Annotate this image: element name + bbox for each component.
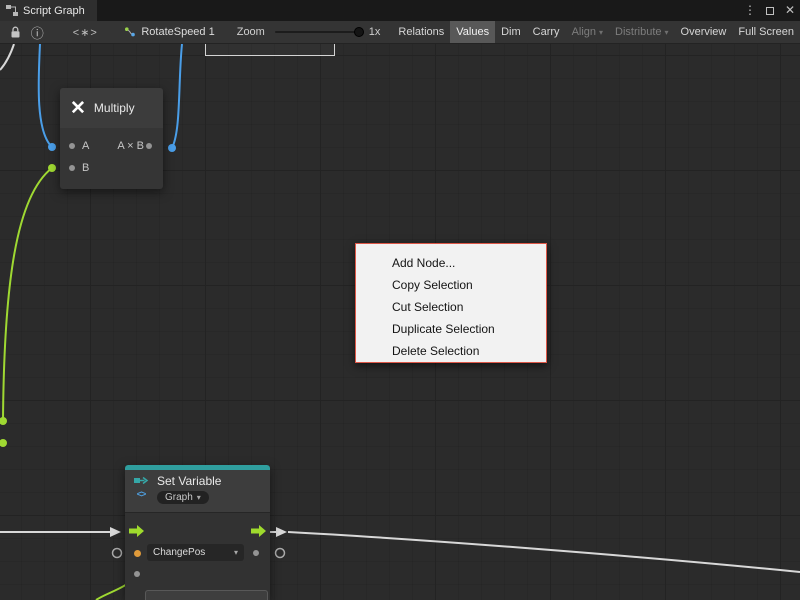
value-input-port[interactable] [134,571,140,577]
overview-button[interactable]: Overview [675,21,733,43]
chevron-down-icon: ▾ [599,28,603,37]
graph-reference[interactable]: RotateSpeed 1 [124,26,214,38]
titlebar: Script Graph ⋮ ✕ [0,0,800,21]
chevron-down-icon: ▾ [234,548,238,557]
port-label-b: B [82,162,89,174]
multiply-node-title: Multiply [94,101,135,115]
value-field-partial[interactable] [145,590,268,600]
menu-item-cut-selection[interactable]: Cut Selection [356,296,546,318]
chevron-down-icon: ▾ [197,493,201,502]
set-variable-icons: <> [131,474,151,512]
carry-button[interactable]: Carry [527,21,566,43]
full-screen-button[interactable]: Full Screen [732,21,800,43]
empty-port-ring[interactable] [276,549,285,558]
input-port-a[interactable] [69,143,75,149]
set-variable-body: ChangePos ▾ [125,512,270,600]
code-icon[interactable]: <∗> [70,26,100,39]
output-port[interactable] [146,143,152,149]
close-icon[interactable]: ✕ [782,0,798,21]
menu-item-delete-selection[interactable]: Delete Selection [356,340,546,362]
variable-dropdown[interactable]: ChangePos ▾ [147,544,244,561]
port-row-a: A A × B [60,135,163,157]
relations-button[interactable]: Relations [392,21,450,43]
toolbar: ⓘ <∗> RotateSpeed 1 Zoom 1x Relations Va… [0,21,800,44]
toolbar-buttons: Relations Values Dim Carry Align▾ Distri… [392,21,800,43]
script-graph-icon [6,5,18,16]
zoom-slider[interactable] [275,31,359,33]
port-label-output: A × B [117,140,144,152]
wire-blue[interactable] [39,44,52,147]
zoom-value: 1x [369,26,381,38]
wire-blue[interactable] [172,44,182,148]
flow-arrowhead [276,527,287,537]
distribute-button[interactable]: Distribute▾ [609,21,674,43]
maximize-icon[interactable] [762,0,778,21]
empty-port-ring[interactable] [113,549,122,558]
tab-script-graph[interactable]: Script Graph [0,0,97,21]
window-menu-icon[interactable]: ⋮ [742,0,758,21]
set-variable-node[interactable]: <> Set Variable Graph ▾ [125,465,270,600]
wire-endpoint-blue[interactable] [168,144,176,152]
input-port-b[interactable] [69,165,75,171]
set-variable-header[interactable]: <> Set Variable Graph ▾ [125,470,270,512]
tab-title: Script Graph [23,5,85,17]
multiply-icon: ✕ [70,99,86,118]
set-variable-title: Set Variable [157,474,221,488]
wire-white[interactable] [288,532,800,572]
lock-icon[interactable] [8,26,22,39]
multiply-node-body: A A × B B [60,128,163,179]
dim-button[interactable]: Dim [495,21,527,43]
zoom-slider-knob[interactable] [354,27,364,37]
window-controls: ⋮ ✕ [742,0,800,21]
port-label-a: A [82,140,89,152]
wire-endpoint-green[interactable] [0,417,7,425]
flow-output-port[interactable] [251,524,267,538]
wire-endpoint-blue[interactable] [48,143,56,151]
scope-dropdown[interactable]: Graph ▾ [157,491,209,504]
port-row-b: B [60,157,163,179]
partial-node-outline [205,44,335,56]
chevron-down-icon: ▾ [665,28,669,37]
zoom-label: Zoom [237,26,265,38]
wire-green[interactable] [3,168,52,421]
multiply-node[interactable]: ✕ Multiply A A × B B [60,88,163,189]
graph-reference-icon [124,26,136,38]
set-variable-icon [134,476,149,487]
flow-input-port[interactable] [129,524,145,538]
variable-input-port[interactable] [134,550,141,557]
wire-endpoint-green[interactable] [0,439,7,447]
variable-output-port[interactable] [253,550,259,556]
info-icon[interactable]: ⓘ [30,23,44,42]
unity-script-graph-window: Script Graph ⋮ ✕ ⓘ <∗> RotateSpeed 1 Zoo… [0,0,800,600]
menu-item-copy-selection[interactable]: Copy Selection [356,274,546,296]
align-button[interactable]: Align▾ [566,21,609,43]
multiply-node-header[interactable]: ✕ Multiply [60,88,163,128]
graph-canvas[interactable]: ✕ Multiply A A × B B Add Node... Copy Se… [0,44,800,600]
values-button[interactable]: Values [450,21,495,43]
code-brackets-icon: <> [137,489,146,499]
flow-arrowhead [110,527,121,537]
wire-white[interactable] [0,44,14,70]
context-menu: Add Node... Copy Selection Cut Selection… [355,243,547,363]
menu-item-duplicate-selection[interactable]: Duplicate Selection [356,318,546,340]
menu-item-add-node[interactable]: Add Node... [356,252,546,274]
graph-reference-label: RotateSpeed 1 [141,26,214,38]
wire-endpoint-green[interactable] [48,164,56,172]
